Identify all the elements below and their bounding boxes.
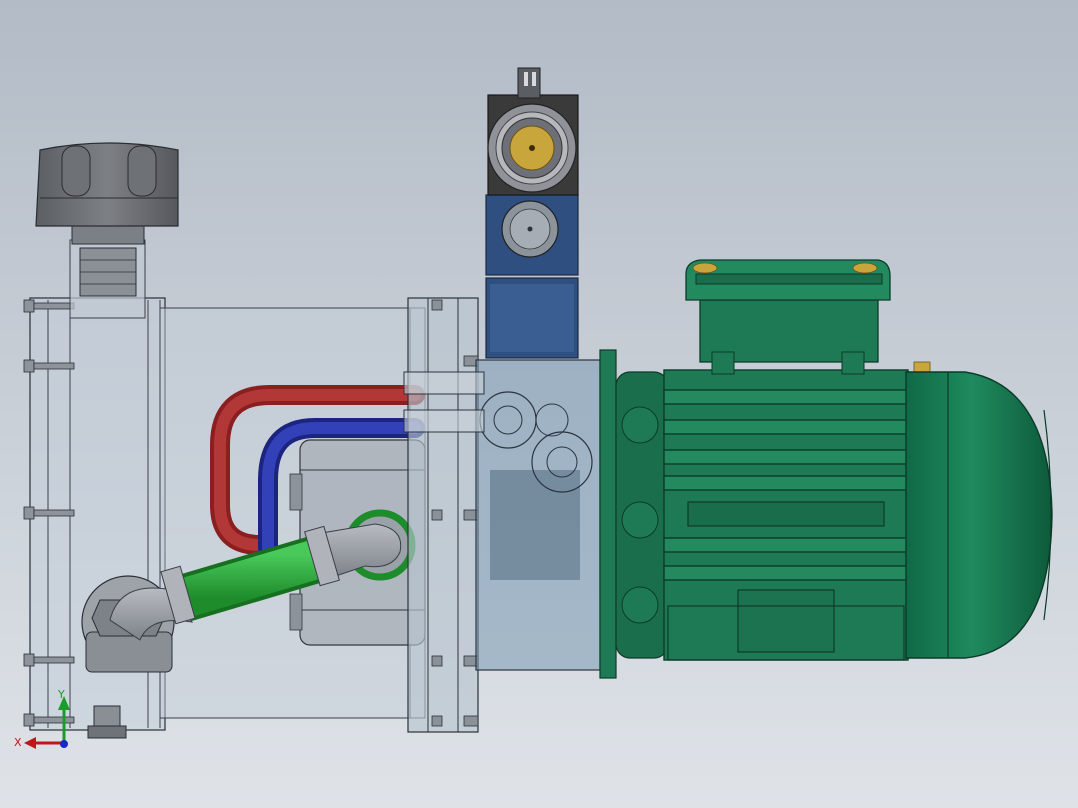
cad-viewport[interactable]: X Y — [0, 0, 1078, 808]
motor-flange — [599, 349, 617, 679]
terminal-box[interactable] — [685, 259, 891, 375]
solenoid-valve[interactable] — [485, 67, 579, 359]
triad-x-label: X — [14, 736, 22, 749]
triad-y-label: Y — [57, 688, 65, 701]
fan-cover — [905, 371, 1053, 659]
filler-cap[interactable] — [35, 142, 179, 227]
cad-model-render[interactable]: X Y — [0, 0, 1078, 808]
connector-pins — [517, 67, 541, 99]
bell-housing-flange[interactable] — [407, 297, 479, 733]
drain-plug — [87, 705, 127, 739]
tank-bolts-left — [23, 299, 75, 727]
